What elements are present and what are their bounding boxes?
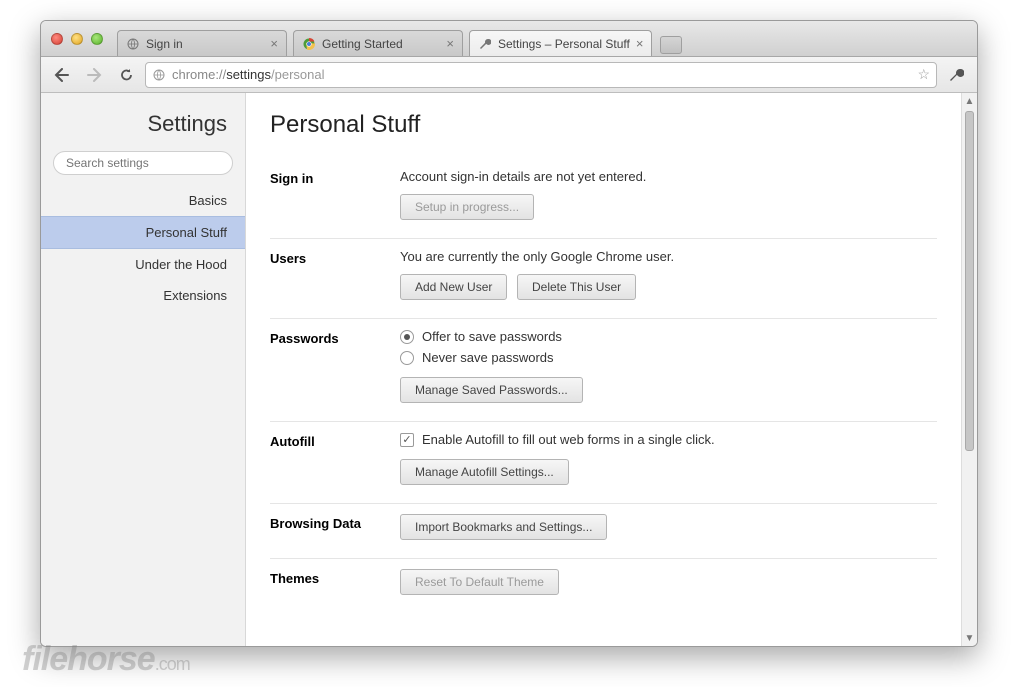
users-status-text: You are currently the only Google Chrome… [400, 249, 937, 264]
radio-never-save[interactable]: Never save passwords [400, 350, 937, 365]
tab-settings[interactable]: Settings – Personal Stuff × [469, 30, 652, 56]
signin-status-text: Account sign-in details are not yet ente… [400, 169, 937, 184]
tab-label: Settings – Personal Stuff [498, 37, 630, 51]
section-label: Passwords [270, 329, 400, 403]
settings-sidebar: Settings Basics Personal Stuff Under the… [41, 93, 246, 646]
manage-autofill-button[interactable]: Manage Autofill Settings... [400, 459, 569, 485]
nav-personal-stuff[interactable]: Personal Stuff [41, 216, 245, 249]
vertical-scrollbar[interactable]: ▲ ▼ [961, 93, 977, 646]
new-tab-button[interactable] [660, 36, 682, 54]
url-text: chrome://settings/personal [172, 67, 917, 82]
checkbox-icon: ✓ [400, 433, 414, 447]
chrome-icon [302, 37, 316, 51]
reload-button[interactable] [113, 63, 139, 87]
section-autofill: Autofill ✓ Enable Autofill to fill out w… [270, 422, 937, 504]
radio-offer-save[interactable]: Offer to save passwords [400, 329, 937, 344]
window-controls [51, 33, 103, 45]
checkbox-label: Enable Autofill to fill out web forms in… [422, 432, 715, 447]
section-label: Themes [270, 569, 400, 595]
bookmark-star-icon[interactable]: ☆ [917, 66, 930, 83]
sidebar-title: Settings [41, 111, 245, 151]
section-users: Users You are currently the only Google … [270, 239, 937, 319]
settings-nav: Basics Personal Stuff Under the Hood Ext… [41, 185, 245, 311]
forward-button[interactable] [81, 63, 107, 87]
tab-sign-in[interactable]: Sign in × [117, 30, 287, 56]
import-bookmarks-button[interactable]: Import Bookmarks and Settings... [400, 514, 607, 540]
wrench-menu-button[interactable] [943, 63, 969, 87]
minimize-window-button[interactable] [71, 33, 83, 45]
browser-window: Sign in × Getting Started × Settings – P… [40, 20, 978, 647]
page-icon [152, 68, 166, 82]
add-new-user-button[interactable]: Add New User [400, 274, 507, 300]
content-area: Settings Basics Personal Stuff Under the… [41, 93, 977, 646]
nav-under-the-hood[interactable]: Under the Hood [41, 249, 245, 280]
radio-icon [400, 330, 414, 344]
section-browsing-data: Browsing Data Import Bookmarks and Setti… [270, 504, 937, 559]
scroll-up-arrow-icon[interactable]: ▲ [962, 93, 977, 109]
address-bar[interactable]: chrome://settings/personal ☆ [145, 62, 937, 88]
close-window-button[interactable] [51, 33, 63, 45]
close-tab-icon[interactable]: × [636, 37, 644, 50]
wrench-icon [478, 37, 492, 51]
page-title: Personal Stuff [270, 111, 937, 139]
tab-strip: Sign in × Getting Started × Settings – P… [117, 21, 682, 56]
watermark: filehorse.com [22, 640, 190, 679]
setup-in-progress-button[interactable]: Setup in progress... [400, 194, 534, 220]
globe-icon [126, 37, 140, 51]
section-themes: Themes Reset To Default Theme [270, 559, 937, 601]
section-label: Sign in [270, 169, 400, 220]
reset-theme-button[interactable]: Reset To Default Theme [400, 569, 559, 595]
titlebar: Sign in × Getting Started × Settings – P… [41, 21, 977, 57]
section-label: Autofill [270, 432, 400, 485]
radio-label: Offer to save passwords [422, 329, 562, 344]
tab-label: Getting Started [322, 37, 403, 51]
zoom-window-button[interactable] [91, 33, 103, 45]
autofill-checkbox-row[interactable]: ✓ Enable Autofill to fill out web forms … [400, 432, 937, 447]
section-sign-in: Sign in Account sign-in details are not … [270, 159, 937, 239]
search-settings-input[interactable] [53, 151, 233, 175]
radio-label: Never save passwords [422, 350, 554, 365]
tab-getting-started[interactable]: Getting Started × [293, 30, 463, 56]
scroll-thumb[interactable] [965, 111, 974, 451]
radio-icon [400, 351, 414, 365]
nav-extensions[interactable]: Extensions [41, 280, 245, 311]
back-button[interactable] [49, 63, 75, 87]
toolbar: chrome://settings/personal ☆ [41, 57, 977, 93]
manage-passwords-button[interactable]: Manage Saved Passwords... [400, 377, 583, 403]
nav-basics[interactable]: Basics [41, 185, 245, 216]
delete-user-button[interactable]: Delete This User [517, 274, 636, 300]
settings-main: Personal Stuff Sign in Account sign-in d… [246, 93, 961, 646]
section-label: Users [270, 249, 400, 300]
close-tab-icon[interactable]: × [270, 37, 278, 50]
scroll-down-arrow-icon[interactable]: ▼ [962, 630, 977, 646]
section-passwords: Passwords Offer to save passwords Never … [270, 319, 937, 422]
section-label: Browsing Data [270, 514, 400, 540]
tab-label: Sign in [146, 37, 183, 51]
close-tab-icon[interactable]: × [446, 37, 454, 50]
main-wrap: Personal Stuff Sign in Account sign-in d… [246, 93, 977, 646]
